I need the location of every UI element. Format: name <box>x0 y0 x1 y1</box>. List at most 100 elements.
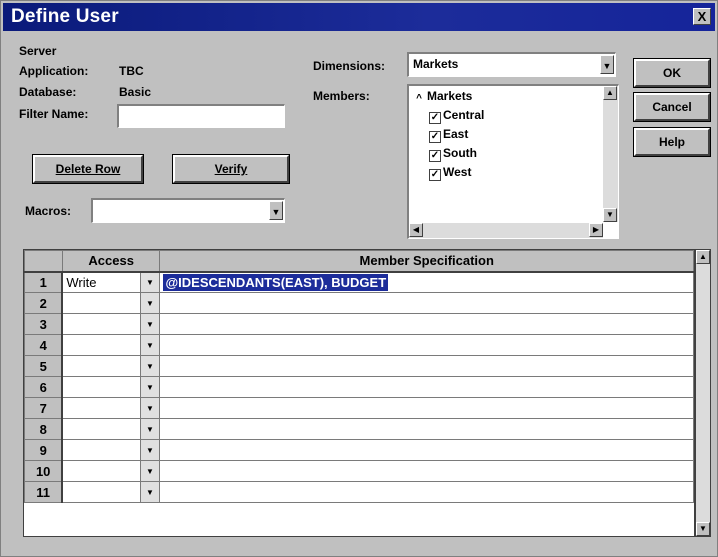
member-specification-cell[interactable] <box>159 292 694 314</box>
member-specification-cell[interactable] <box>159 313 694 335</box>
members-tree[interactable]: ^ Markets ✓ Central ✓ East ✓ South ✓ West ▲ ▼… <box>407 84 619 239</box>
member-specification-cell[interactable] <box>159 481 694 503</box>
delete-row-button[interactable]: Delete Row <box>33 155 143 183</box>
checkbox-checked-icon[interactable]: ✓ <box>429 131 441 143</box>
row-number[interactable]: 11 <box>24 481 64 503</box>
chevron-down-icon[interactable]: ▼ <box>139 418 161 440</box>
scroll-down-icon[interactable]: ▼ <box>603 208 617 222</box>
access-cell[interactable]: Write <box>61 271 141 293</box>
table-row[interactable]: 11 ▼ <box>24 481 694 503</box>
row-number[interactable]: 10 <box>24 460 64 482</box>
table-row[interactable]: 1 Write ▼ @IDESCENDANTS(EAST), BUDGET <box>24 271 694 293</box>
members-parent-item[interactable]: ^ Markets <box>413 87 472 105</box>
member-item-south[interactable]: ✓ South <box>429 144 477 162</box>
scroll-right-icon[interactable]: ▶ <box>589 223 603 237</box>
chevron-down-icon[interactable]: ▼ <box>139 313 161 335</box>
access-cell[interactable] <box>61 397 141 419</box>
access-cell[interactable] <box>61 292 141 314</box>
member-specification-cell[interactable]: @IDESCENDANTS(EAST), BUDGET <box>159 271 694 293</box>
access-cell[interactable] <box>61 460 141 482</box>
chevron-down-icon[interactable]: ▼ <box>139 481 161 503</box>
access-column-header[interactable]: Access <box>61 250 161 273</box>
access-grid[interactable]: Access Member Specification 1 Write ▼ @IDES… <box>23 249 695 537</box>
table-row[interactable]: 5 ▼ <box>24 355 694 377</box>
checkbox-checked-icon[interactable]: ✓ <box>429 169 441 181</box>
row-number[interactable]: 4 <box>24 334 64 356</box>
grid-vertical-scrollbar[interactable]: ▲ ▼ <box>695 249 711 537</box>
member-label: Central <box>443 108 485 122</box>
define-user-dialog: Define User X Server Application: TBC Da… <box>0 0 718 557</box>
table-row[interactable]: 2 ▼ <box>24 292 694 314</box>
access-cell[interactable] <box>61 355 141 377</box>
member-specification-cell[interactable] <box>159 397 694 419</box>
chevron-down-icon[interactable]: ▼ <box>269 201 283 220</box>
access-cell[interactable] <box>61 334 141 356</box>
chevron-down-icon[interactable]: ▼ <box>139 397 161 419</box>
database-label: Database: <box>19 85 77 99</box>
access-cell[interactable] <box>61 418 141 440</box>
member-item-central[interactable]: ✓ Central <box>429 106 484 124</box>
row-number[interactable]: 1 <box>24 271 64 293</box>
member-specification-cell[interactable] <box>159 418 694 440</box>
members-horizontal-scrollbar[interactable]: ◀ ▶ <box>409 223 603 238</box>
row-number-header <box>24 250 63 273</box>
filter-name-input[interactable] <box>117 104 285 128</box>
row-number[interactable]: 9 <box>24 439 64 461</box>
table-row[interactable]: 8 ▼ <box>24 418 694 440</box>
row-number[interactable]: 8 <box>24 418 64 440</box>
title-bar: Define User X <box>3 3 715 31</box>
row-number[interactable]: 3 <box>24 313 64 335</box>
cancel-label: Cancel <box>652 100 692 114</box>
member-specification-cell[interactable] <box>159 334 694 356</box>
selected-specification-text: @IDESCENDANTS(EAST), BUDGET <box>163 273 389 291</box>
member-item-east[interactable]: ✓ East <box>429 125 468 143</box>
application-value: TBC <box>119 64 144 78</box>
chevron-down-icon[interactable]: ▼ <box>139 292 161 314</box>
macros-combo[interactable]: ▼ <box>91 198 285 223</box>
checkbox-checked-icon[interactable]: ✓ <box>429 150 441 162</box>
member-specification-cell[interactable] <box>159 460 694 482</box>
access-cell[interactable] <box>61 313 141 335</box>
dimensions-combo[interactable]: Markets ▼ <box>407 52 616 77</box>
verify-button[interactable]: Verify <box>173 155 289 183</box>
cancel-button[interactable]: Cancel <box>634 93 710 121</box>
members-label: Members: <box>313 89 370 103</box>
chevron-down-icon[interactable]: ▼ <box>139 334 161 356</box>
database-value: Basic <box>119 85 152 99</box>
scroll-left-icon[interactable]: ◀ <box>409 223 423 237</box>
member-specification-cell[interactable] <box>159 355 694 377</box>
member-specification-cell[interactable] <box>159 439 694 461</box>
scroll-down-icon[interactable]: ▼ <box>696 522 710 536</box>
scroll-up-icon[interactable]: ▲ <box>696 250 710 264</box>
chevron-down-icon[interactable]: ▼ <box>139 376 161 398</box>
collapse-icon[interactable]: ^ <box>413 94 425 106</box>
row-number[interactable]: 5 <box>24 355 64 377</box>
table-row[interactable]: 4 ▼ <box>24 334 694 356</box>
access-cell[interactable] <box>61 376 141 398</box>
member-item-west[interactable]: ✓ West <box>429 163 471 181</box>
scroll-up-icon[interactable]: ▲ <box>603 86 617 100</box>
close-button[interactable]: X <box>693 8 711 25</box>
checkbox-checked-icon[interactable]: ✓ <box>429 112 441 124</box>
chevron-down-icon[interactable]: ▼ <box>139 460 161 482</box>
table-row[interactable]: 7 ▼ <box>24 397 694 419</box>
ok-button[interactable]: OK <box>634 59 710 87</box>
row-number[interactable]: 7 <box>24 397 64 419</box>
chevron-down-icon[interactable]: ▼ <box>600 55 614 74</box>
table-row[interactable]: 9 ▼ <box>24 439 694 461</box>
access-cell[interactable] <box>61 439 141 461</box>
row-number[interactable]: 2 <box>24 292 64 314</box>
member-specification-column-header[interactable]: Member Specification <box>159 250 694 273</box>
member-specification-cell[interactable] <box>159 376 694 398</box>
chevron-down-icon[interactable]: ▼ <box>139 355 161 377</box>
chevron-down-icon[interactable]: ▼ <box>139 271 161 293</box>
table-row[interactable]: 3 ▼ <box>24 313 694 335</box>
members-vertical-scrollbar[interactable]: ▲ ▼ <box>603 86 618 222</box>
window-title: Define User <box>11 6 119 27</box>
help-button[interactable]: Help <box>634 128 710 156</box>
table-row[interactable]: 10 ▼ <box>24 460 694 482</box>
row-number[interactable]: 6 <box>24 376 64 398</box>
table-row[interactable]: 6 ▼ <box>24 376 694 398</box>
access-cell[interactable] <box>61 481 141 503</box>
chevron-down-icon[interactable]: ▼ <box>139 439 161 461</box>
